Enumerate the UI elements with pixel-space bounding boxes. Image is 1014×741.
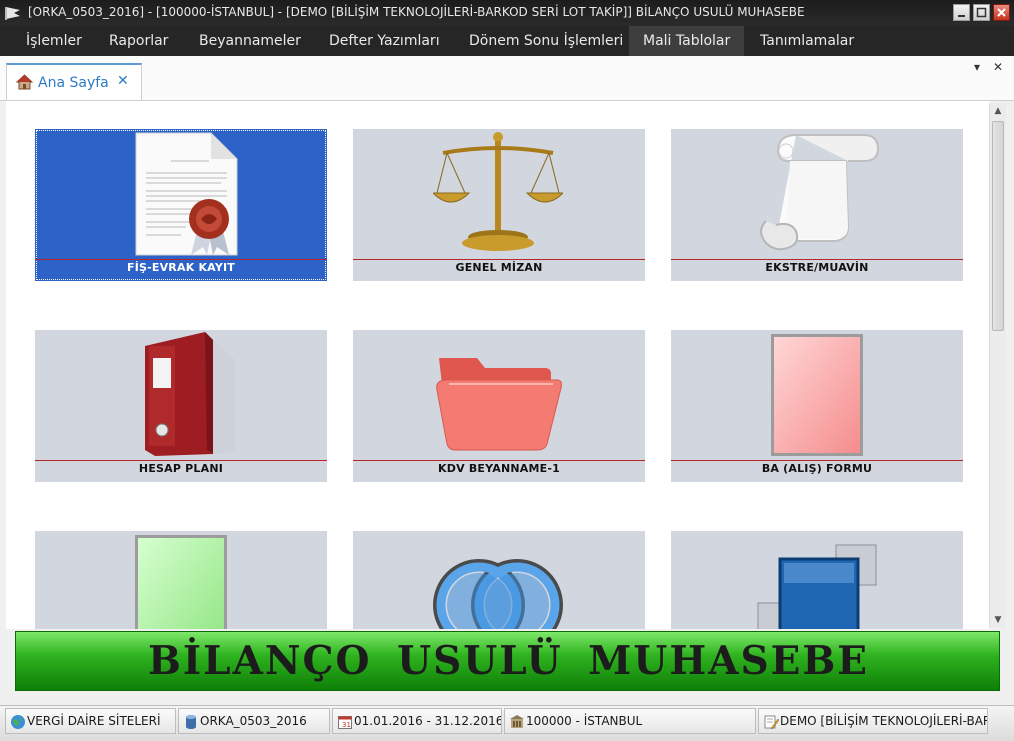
title-bar: [ORKA_0503_2016] - [100000-İSTANBUL] - [… [0, 0, 1014, 26]
scroll-down-icon[interactable]: ▼ [990, 612, 1006, 628]
scroll-up-icon[interactable]: ▲ [990, 103, 1006, 119]
paper-scroll-icon [760, 134, 880, 251]
close-icon [997, 8, 1006, 17]
tab-ana-sayfa[interactable]: Ana Sayfa ✕ [6, 63, 142, 100]
status-text: DEMO [BİLİŞİM TEKNOLOJİLERİ-BAR [780, 714, 988, 728]
tile-ekstre-muavin[interactable]: EKSTRE/MUAVİN [671, 129, 963, 281]
tile-divider [671, 259, 963, 260]
app-logo-icon [5, 7, 20, 20]
tab-close-icon[interactable]: ✕ [117, 73, 129, 89]
maximize-button[interactable] [973, 4, 990, 21]
tile-divider [353, 259, 645, 260]
red-card-icon [771, 334, 863, 456]
tile-label: HESAP PLANI [138, 462, 224, 475]
tile-label: FİŞ-EVRAK KAYIT [126, 261, 235, 274]
tile-divider [35, 460, 327, 461]
tile-divider [353, 460, 645, 461]
tab-strip: Ana Sayfa ✕ [0, 56, 1014, 101]
menu-bar: İşlemler Raporlar Beyannameler Defter Ya… [0, 26, 1014, 56]
tile-divider [35, 259, 327, 260]
tile-hesap-plani[interactable]: HESAP PLANI [35, 330, 327, 482]
window-title: [ORKA_0503_2016] - [100000-İSTANBUL] - [… [28, 5, 805, 19]
status-vergi-daire-siteleri[interactable]: VERGİ DAİRE SİTELERİ [5, 708, 176, 734]
maximize-icon [976, 7, 987, 18]
certificate-document-icon [135, 132, 238, 256]
globe-icon [11, 715, 25, 729]
status-text: ORKA_0503_2016 [200, 714, 307, 728]
status-text: 100000 - İSTANBUL [526, 714, 643, 728]
status-text: VERGİ DAİRE SİTELERİ [27, 714, 161, 728]
open-folder-icon [436, 358, 562, 451]
home-icon [16, 74, 33, 90]
minimize-icon [958, 15, 965, 17]
status-date-range: 31 01.01.2016 - 31.12.2016 [332, 708, 502, 734]
status-database: ORKA_0503_2016 [178, 708, 330, 734]
scrollbar-thumb[interactable] [992, 121, 1004, 331]
status-company: DEMO [BİLİŞİM TEKNOLOJİLERİ-BAR [758, 708, 988, 734]
menu-donem-sonu-islemleri[interactable]: Dönem Sonu İşlemleri [455, 26, 637, 56]
svg-text:31: 31 [342, 721, 351, 729]
database-icon [186, 715, 196, 729]
binder-folder-icon [145, 332, 235, 456]
menu-mali-tablolar[interactable]: Mali Tablolar [629, 26, 745, 56]
calendar-icon: 31 [338, 716, 352, 729]
menu-tanimlamalar[interactable]: Tanımlamalar [746, 26, 868, 56]
close-window-button[interactable] [993, 4, 1010, 21]
vertical-scrollbar[interactable]: ▲ ▼ [989, 103, 1006, 628]
tile-label: EKSTRE/MUAVİN [765, 261, 869, 274]
menu-beyannameler[interactable]: Beyannameler [185, 26, 315, 56]
tile-ba-alis-formu[interactable]: BA (ALIŞ) FORMU [671, 330, 963, 482]
tile-divider [671, 460, 963, 461]
dashboard-tiles-area: FİŞ-EVRAK KAYIT GENEL MİZAN EKSTRE/MUAVİ… [6, 101, 990, 629]
building-icon [510, 715, 524, 728]
tab-dropdown-icon[interactable]: ▾ [974, 60, 980, 74]
tile-genel-mizan[interactable]: GENEL MİZAN [353, 129, 645, 281]
edit-document-icon [764, 715, 779, 730]
tile-green-card[interactable] [35, 531, 327, 629]
blue-squares-icon [757, 544, 877, 629]
tile-blue-squares[interactable] [671, 531, 963, 629]
status-text: 01.01.2016 - 31.12.2016 [354, 714, 502, 728]
tile-label: BA (ALIŞ) FORMU [761, 462, 873, 475]
tile-label: KDV BEYANNAME-1 [438, 462, 560, 475]
status-bar: VERGİ DAİRE SİTELERİ ORKA_0503_2016 31 0… [0, 705, 1014, 741]
tile-kdv-beyanname-1[interactable]: KDV BEYANNAME-1 [353, 330, 645, 482]
tile-label: GENEL MİZAN [455, 261, 543, 274]
menu-defter-yazimlari[interactable]: Defter Yazımları [315, 26, 454, 56]
banner-text: BİLANÇO USULÜ MUHASEBE [147, 638, 870, 684]
tab-label: Ana Sayfa [38, 75, 109, 91]
tile-blue-rings[interactable] [353, 531, 645, 629]
green-card-icon [135, 535, 227, 629]
tab-close-all-icon[interactable]: ✕ [993, 60, 1003, 74]
status-branch: 100000 - İSTANBUL [504, 708, 756, 734]
blue-rings-icon [433, 559, 563, 629]
app-banner: BİLANÇO USULÜ MUHASEBE [15, 631, 1000, 691]
minimize-button[interactable] [953, 4, 970, 21]
balance-scale-icon [433, 132, 563, 251]
menu-islemler[interactable]: İşlemler [12, 26, 96, 56]
tile-fis-evrak-kayit[interactable]: FİŞ-EVRAK KAYIT [35, 129, 327, 281]
menu-raporlar[interactable]: Raporlar [95, 26, 182, 56]
